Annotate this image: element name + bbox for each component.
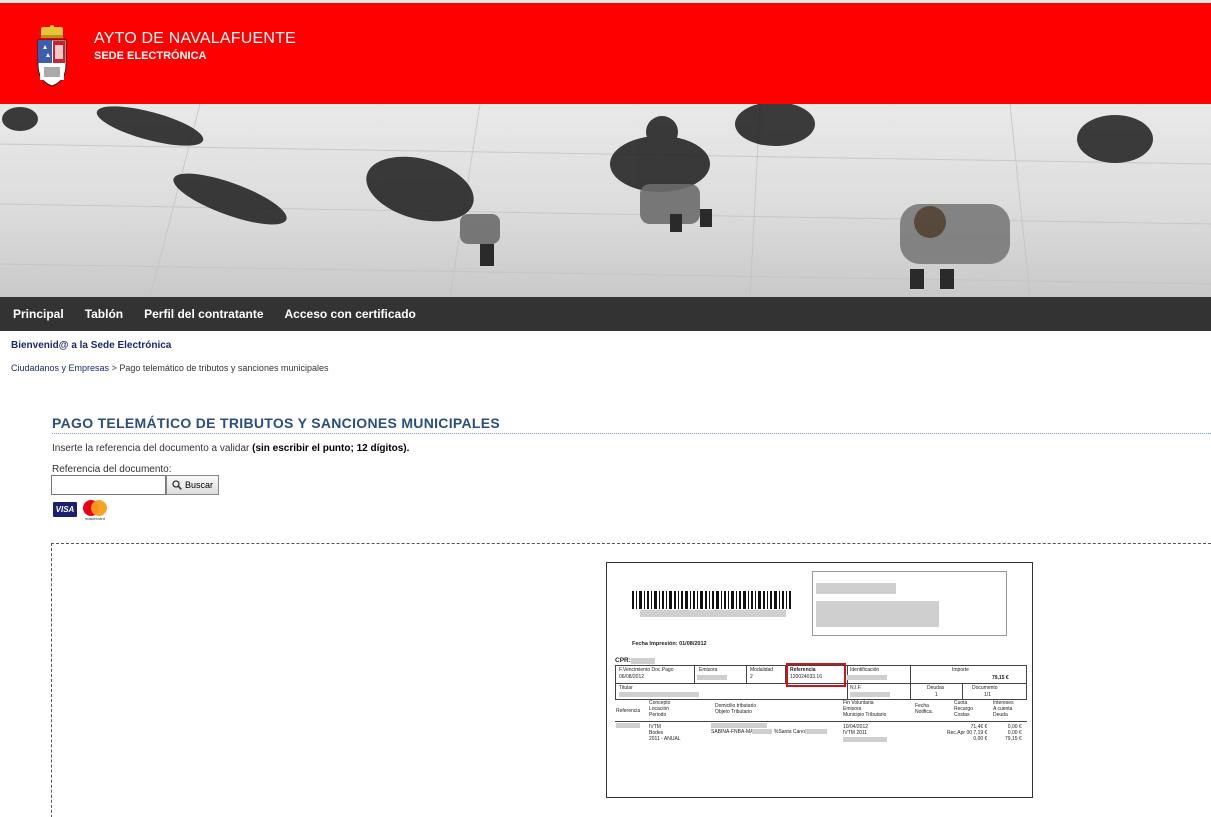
doc-cpr: CPR: [615, 657, 631, 664]
nav-perfil-contratante[interactable]: Perfil del contratante [144, 307, 263, 321]
doc-documento-label: Documento [972, 685, 998, 691]
mastercard-logo-icon: mastercard [83, 500, 107, 521]
doc-head-domicilio: Domicilio tributario Objeto Tributario [715, 703, 757, 715]
breadcrumb-current: Pago telemático de tributos y sanciones … [119, 363, 329, 373]
search-button-label: Buscar [184, 480, 213, 490]
doc-head-referencia: Referencia [616, 708, 641, 714]
doc-head-intereses: Intereses A cuenta Deuda [993, 700, 1014, 718]
search-button[interactable]: Buscar [166, 475, 219, 495]
page-title: PAGO TELEMÁTICO DE TRIBUTOS Y SANCIONES … [52, 415, 1211, 434]
doc-importe-label: Importe [952, 667, 969, 673]
site-title: AYTO DE NAVALAFUENTE [94, 30, 296, 47]
redacted-bar [697, 675, 727, 680]
municipal-crest-icon [37, 25, 67, 87]
doc-identificacion-label: Identificación [850, 667, 880, 673]
header-banner-photo [0, 104, 1211, 297]
instruction-normal: Inserte la referencia del documento a va… [52, 443, 253, 454]
doc-line-concepto: IVTM Bodes 2011 - ANUAL [649, 724, 681, 742]
redacted-bar [847, 675, 887, 680]
breadcrumb: Ciudadanos y Empresas > Pago telemático … [11, 363, 328, 373]
doc-line-domicilio: SABINA-FNBA-MAT: [711, 729, 758, 735]
redacted-bar [850, 692, 890, 697]
doc-nif-label: N.I.F. [850, 685, 862, 691]
redacted-bar [616, 723, 640, 728]
doc-deudas-label: Deudas [927, 685, 945, 691]
doc-modalidad-value: 2 [750, 674, 753, 680]
reference-label: Referencia del documento: [52, 464, 172, 475]
redacted-bar [752, 729, 772, 734]
doc-documento-value: 1/1 [984, 692, 991, 698]
doc-head-cuota: Cuota Recargo Costas [954, 700, 973, 718]
doc-head-concepto: Concepto Locación Periodo [649, 700, 671, 718]
doc-vencimiento-value: 06/08/2012 [619, 674, 645, 680]
doc-line-intereses: 0,00 € 0,00 € 79,15 € [1005, 724, 1022, 742]
breadcrumb-link-ciudadanos[interactable]: Ciudadanos y Empresas [11, 363, 109, 373]
doc-head-fecha: Fecha Notifica. [915, 703, 934, 715]
doc-line-fin: 10/04/2012 IVTM 2011 [843, 724, 869, 736]
main-nav: Principal Tablón Perfil del contratante … [0, 297, 1211, 331]
pedestrians-image [0, 104, 1211, 297]
redacted-bar [805, 729, 827, 734]
breadcrumb-separator: > [111, 363, 117, 373]
nav-tablon[interactable]: Tablón [85, 307, 123, 321]
doc-importe-value: 79,15 € [992, 675, 1009, 681]
address-box [812, 571, 1007, 636]
doc-line-cuota: 71,4€ € Rec.Apr 00 7,19 € 0,00 € [947, 724, 988, 742]
redacted-bar [640, 610, 786, 617]
reference-input[interactable] [51, 475, 166, 495]
doc-vencimiento-label: F.Vencimiento Doc.Pago [619, 667, 674, 673]
instruction-text: Inserte la referencia del documento a va… [52, 443, 409, 454]
doc-titular-label: Titular [619, 685, 633, 691]
barcode-icon [632, 591, 791, 609]
reference-highlight [786, 663, 846, 687]
mastercard-wordmark: mastercard [85, 516, 105, 521]
site-header: AYTO DE NAVALAFUENTE SEDE ELECTRÓNICA [0, 3, 1211, 104]
welcome-text: Bienvenid@ a la Sede Electrónica [11, 340, 172, 351]
redacted-bar [816, 583, 896, 594]
nav-acceso-certificado[interactable]: Acceso con certificado [285, 307, 416, 321]
doc-fecha: Fecha Impresión: 01/08/2012 [632, 641, 707, 647]
instruction-bold: (sin escribir el punto; 12 dígitos). [252, 443, 410, 454]
sample-payment-document: Fecha Impresión: 01/08/2012 CPR: F.Venci… [606, 562, 1033, 798]
doc-modalidad-label: Modalidad [750, 667, 774, 673]
redacted-bar [843, 737, 887, 742]
redacted-bar [619, 692, 699, 697]
redacted-bar [711, 723, 767, 728]
doc-deudas-value: 1 [935, 692, 938, 698]
doc-head-fin: Fin Voluntaria Emisora Municipio Tributa… [843, 700, 887, 718]
site-subtitle: SEDE ELECTRÓNICA [94, 50, 207, 62]
visa-logo: VISA [53, 502, 77, 517]
redacted-bar [816, 601, 939, 627]
nav-principal[interactable]: Principal [13, 307, 64, 321]
doc-emisora-label: Emisora [699, 667, 718, 673]
search-icon [172, 480, 182, 490]
redacted-bar [631, 658, 655, 664]
